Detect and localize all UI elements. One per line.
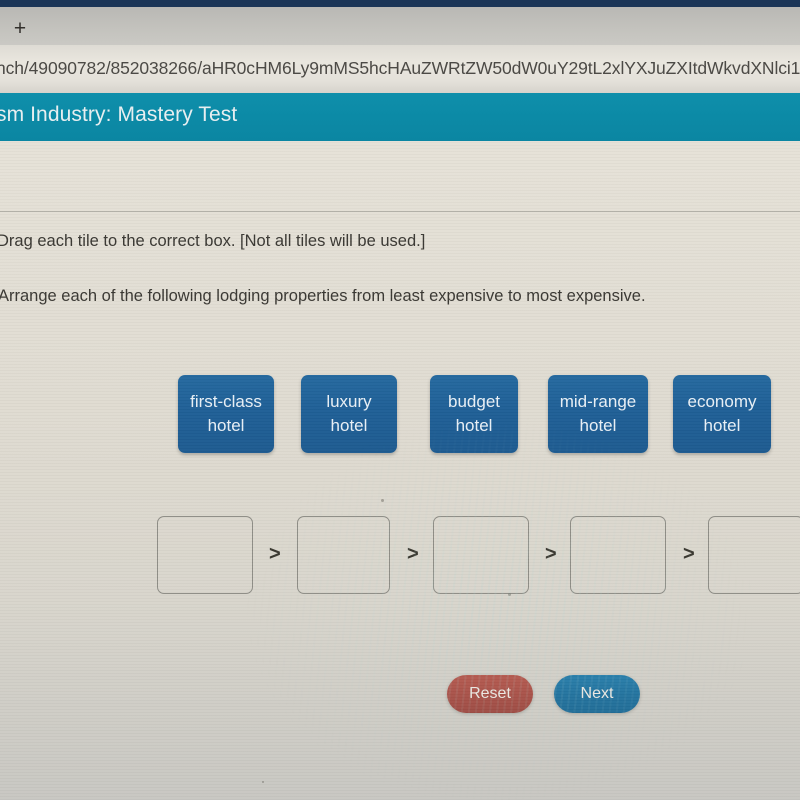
window-top-strip <box>0 0 800 7</box>
question-panel: Drag each tile to the correct box. [Not … <box>0 141 800 800</box>
browser-url-bar[interactable]: nch/49090782/852038266/aHR0cHM6Ly9mMS5hc… <box>0 45 800 93</box>
draggable-tile[interactable]: mid-range hotel <box>548 375 648 453</box>
drag-instruction: Drag each tile to the correct box. [Not … <box>0 232 426 250</box>
dropzone-row: > > > > <box>0 516 800 606</box>
drop-box[interactable] <box>708 516 800 594</box>
tile-label: budget hotel <box>448 392 500 435</box>
greater-than-separator: > <box>269 543 281 565</box>
tile-tray: first-class hotel luxury hotel budget hote… <box>0 375 800 455</box>
app-header: sm Industry: Mastery Test <box>0 93 800 141</box>
greater-than-separator: > <box>407 543 419 565</box>
draggable-tile[interactable]: budget hotel <box>430 375 518 453</box>
greater-than-separator: > <box>683 543 695 565</box>
header-divider <box>0 211 800 212</box>
tile-label: mid-range hotel <box>559 392 637 435</box>
screen-speck <box>508 593 511 596</box>
tile-label: economy hotel <box>687 392 757 435</box>
tile-label: luxury hotel <box>326 392 372 435</box>
screen-speck <box>262 781 264 783</box>
screenshot-root: + nch/49090782/852038266/aHR0cHM6Ly9mMS5… <box>0 0 800 800</box>
draggable-tile[interactable]: economy hotel <box>673 375 771 453</box>
url-text[interactable]: nch/49090782/852038266/aHR0cHM6Ly9mMS5hc… <box>0 58 800 79</box>
drop-box[interactable] <box>297 516 390 594</box>
greater-than-separator: > <box>545 543 557 565</box>
drop-box[interactable] <box>570 516 666 594</box>
draggable-tile[interactable]: first-class hotel <box>178 375 274 453</box>
drop-box[interactable] <box>433 516 529 594</box>
reset-button[interactable]: Reset <box>447 675 533 713</box>
screen-speck <box>381 499 384 502</box>
draggable-tile[interactable]: luxury hotel <box>301 375 397 453</box>
next-button[interactable]: Next <box>554 675 640 713</box>
page-title: sm Industry: Mastery Test <box>0 103 238 126</box>
new-tab-icon[interactable]: + <box>10 18 30 39</box>
tile-label: first-class hotel <box>190 392 262 435</box>
browser-tab-bar: + <box>0 7 800 45</box>
drop-box[interactable] <box>157 516 253 594</box>
question-prompt: Arrange each of the following lodging pr… <box>0 287 646 305</box>
